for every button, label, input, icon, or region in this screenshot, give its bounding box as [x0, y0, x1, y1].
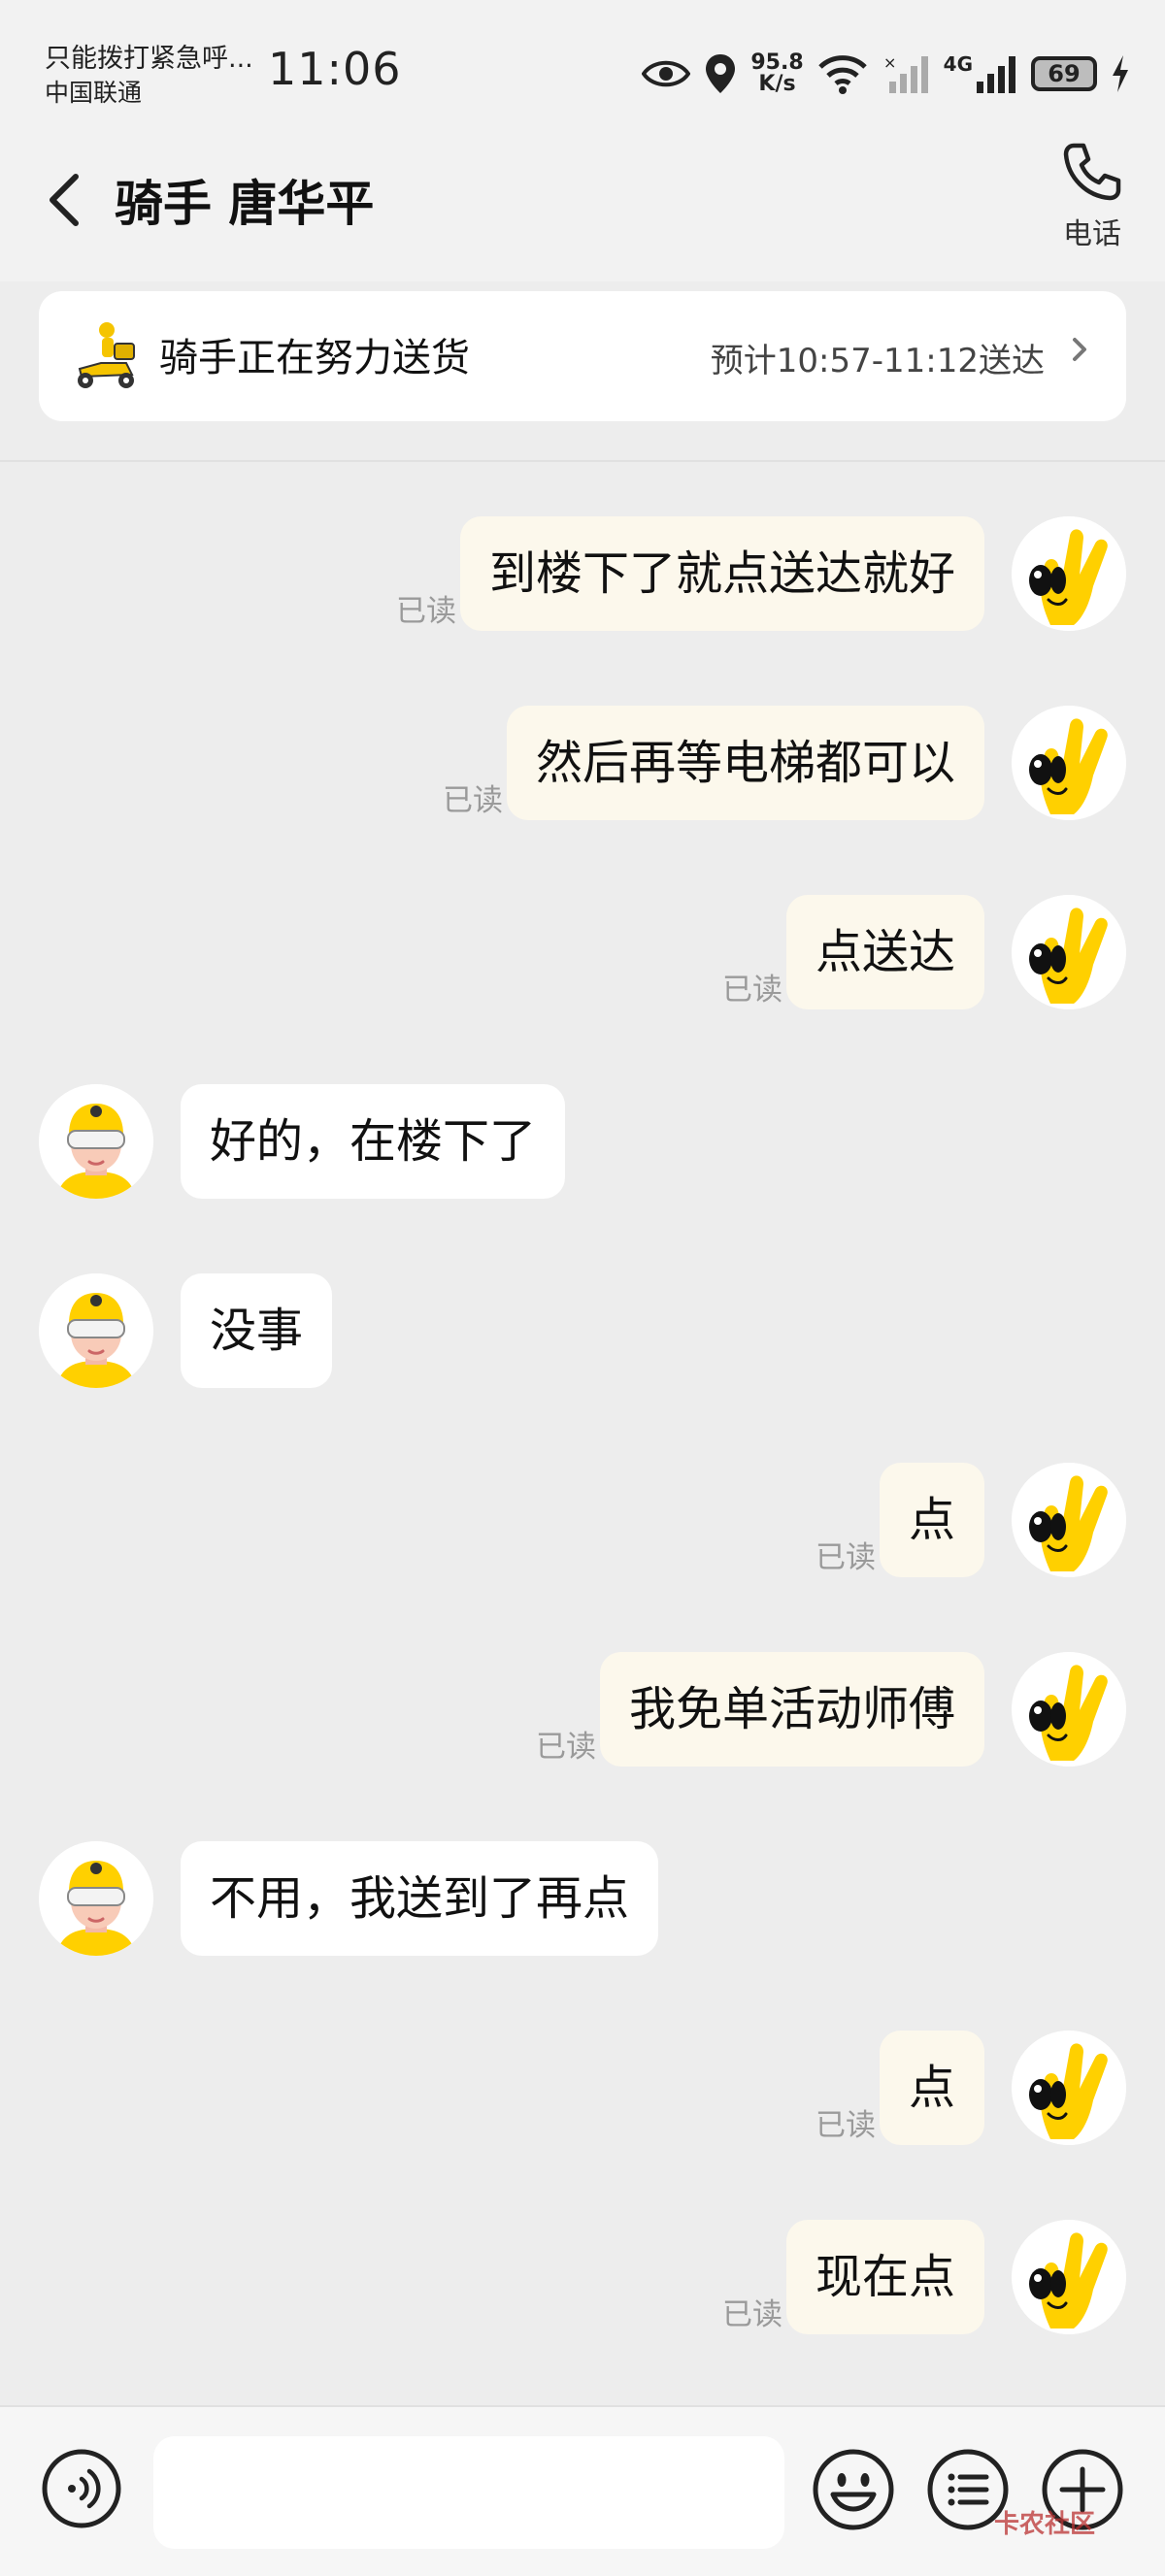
message-bubble[interactable]: 点送达 [785, 895, 984, 1009]
call-button[interactable]: 电话 [1048, 140, 1136, 256]
header-divider [0, 460, 1165, 462]
wifi-icon [817, 55, 867, 94]
message-bubble[interactable]: 点 [879, 2031, 984, 2145]
my-message-row: 现在点 已读 [0, 2220, 1165, 2334]
message-bubble[interactable]: 我免单活动师傅 [599, 1652, 984, 1767]
battery-level: 69 [1048, 60, 1081, 87]
eye-icon [642, 60, 691, 87]
emoji-icon[interactable] [812, 2448, 895, 2531]
message-input[interactable] [153, 2436, 784, 2549]
my-avatar[interactable] [1012, 516, 1126, 631]
net-speed-value: 95.8 [750, 50, 804, 75]
message-bubble[interactable]: 点 [879, 1463, 984, 1577]
message-bubble[interactable]: 现在点 [785, 2220, 984, 2334]
message-bubble[interactable]: 不用，我送到了再点 [181, 1841, 659, 1956]
my-message-row: 点已读 [0, 2031, 1165, 2145]
back-button[interactable] [35, 171, 93, 229]
read-receipt: 已读 [395, 594, 456, 629]
signal-icon-sim1: × [883, 53, 928, 93]
signal-icon-sim2: 4G [944, 52, 1017, 95]
message-bubble[interactable]: 然后再等电梯都可以 [506, 706, 984, 820]
rider-message-row: 没事 [0, 1273, 1165, 1388]
rider-avatar[interactable] [39, 1084, 153, 1199]
charging-icon [1113, 55, 1128, 92]
location-icon [706, 54, 736, 93]
status-icons: 95.8 K/s × 4G 69 [642, 49, 1130, 99]
read-receipt: 已读 [442, 783, 503, 818]
my-avatar[interactable] [1012, 1652, 1126, 1767]
watermark: 卡农社区 [994, 2510, 1096, 2539]
rider-message-row: 好的，在楼下了 [0, 1084, 1165, 1199]
status-time: 11:06 [268, 43, 402, 95]
my-message-row: 我免单活动师傅 已读 [0, 1652, 1165, 1767]
message-bubble[interactable]: 没事 [181, 1273, 333, 1388]
carrier-text: 只能拨打紧急呼... [45, 44, 253, 74]
net-speed: 95.8 K/s [750, 52, 803, 95]
input-bar: 卡农社区 [0, 2405, 1165, 2576]
delivery-eta: 预计10:57-11:12送达 [710, 342, 1045, 380]
my-avatar[interactable] [1012, 2220, 1126, 2334]
status-bar: 只能拨打紧急呼... 中国联通 11:06 95.8 K/s × 4G 69 [0, 0, 1165, 136]
my-avatar[interactable] [1012, 706, 1126, 820]
battery-icon: 69 [1031, 56, 1097, 91]
my-message-row: 点送达 已读 [0, 895, 1165, 1009]
network-type: 4G [943, 52, 973, 76]
read-receipt: 已读 [815, 2108, 876, 2143]
message-bubble[interactable]: 好的，在楼下了 [181, 1084, 566, 1199]
read-receipt: 已读 [721, 2297, 782, 2332]
delivery-scooter-icon [78, 322, 135, 388]
my-message-row: 点已读 [0, 1463, 1165, 1577]
my-avatar[interactable] [1012, 895, 1126, 1009]
read-receipt: 已读 [815, 1540, 876, 1575]
chevron-left-icon [50, 174, 79, 226]
message-bubble[interactable]: 到楼下了就点送达就好 [459, 516, 984, 631]
my-avatar[interactable] [1012, 2031, 1126, 2145]
read-receipt: 已读 [535, 1730, 596, 1765]
my-avatar[interactable] [1012, 1463, 1126, 1577]
voice-input-icon[interactable] [41, 2448, 122, 2529]
delivery-status-text: 骑手正在努力送货 [159, 336, 470, 380]
carrier-name: 中国联通 [45, 79, 143, 107]
page-title: 骑手 唐华平 [115, 176, 375, 232]
chevron-right-icon [1073, 338, 1086, 361]
rider-avatar[interactable] [39, 1273, 153, 1388]
read-receipt: 已读 [721, 973, 782, 1007]
chat-header: 骑手 唐华平 电话 [0, 136, 1165, 281]
net-speed-unit: K/s [758, 72, 796, 96]
call-label: 电话 [1063, 217, 1121, 251]
rider-avatar[interactable] [39, 1841, 153, 1956]
delivery-status-card[interactable]: 骑手正在努力送货 预计10:57-11:12送达 [39, 291, 1126, 421]
my-message-row: 然后再等电梯都可以 已读 [0, 706, 1165, 820]
my-message-row: 到楼下了就点送达就好 已读 [0, 516, 1165, 631]
rider-message-row: 不用，我送到了再点 [0, 1841, 1165, 1956]
phone-icon [1063, 143, 1121, 201]
svg-text:×: × [883, 53, 896, 72]
